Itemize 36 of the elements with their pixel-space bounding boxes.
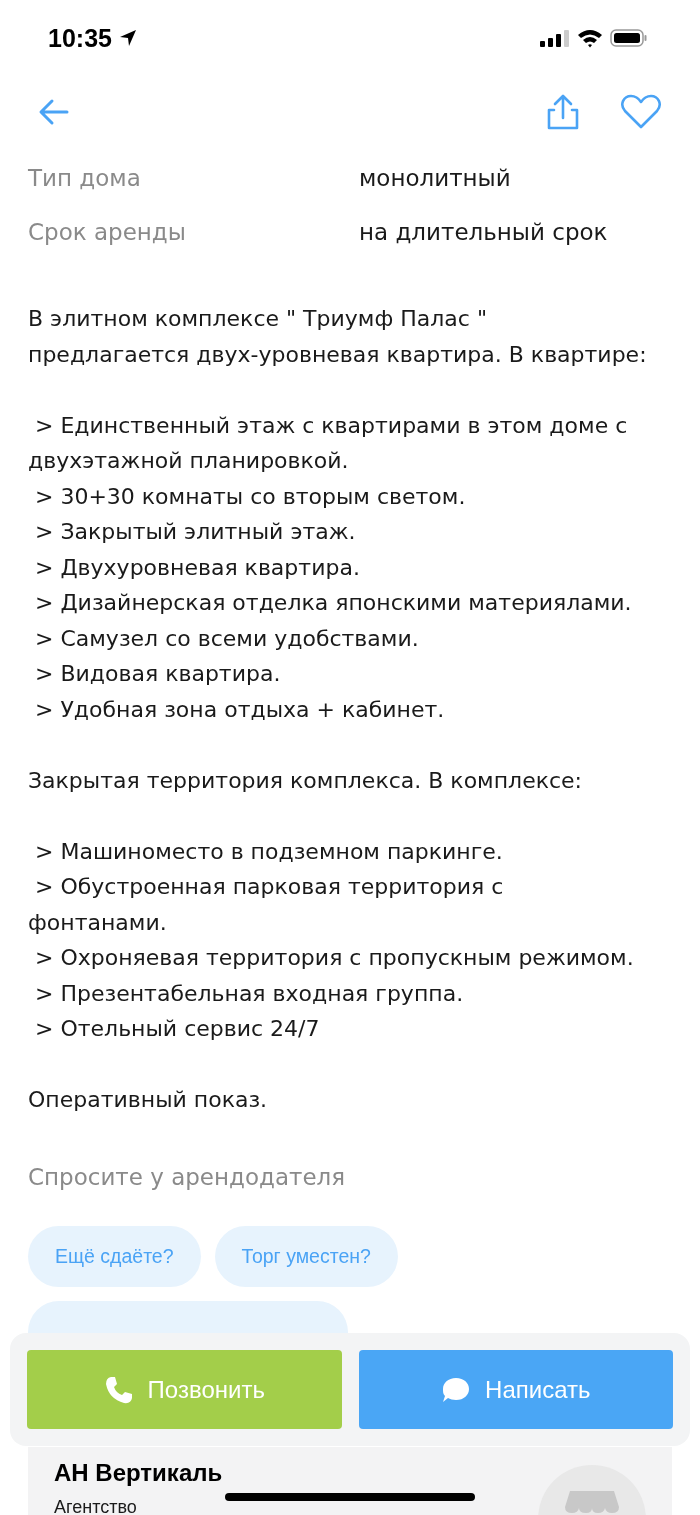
share-icon[interactable] [546,94,580,130]
description-text: В элитном комплексе " Триумф Палас " предлагается двух-уровневая квартира. В квартире: [28,305,648,369]
signal-icon [540,28,570,48]
agency-type: Агентство [54,1497,138,1515]
param-value: монолитный [359,164,511,193]
action-button[interactable]: Позвонить [27,1350,342,1429]
description-text: > Машиноместо в подземном паркинге. [34,837,504,866]
param-value: на длительный срок [359,218,608,247]
description-text: > 30+30 комнаты со вторым светом. [34,482,467,511]
description-text: > Единственный этаж с квартирами в этом доме с двухэтажной планировкой. [28,411,629,475]
param-label: Тип дома [28,164,142,193]
question-chip[interactable]: Ещё сдаёте? [28,1226,201,1287]
description-text: Закрытая территория комплекса. В комплексе: [28,766,583,795]
question-chip[interactable]: Торг уместен? [214,1226,398,1287]
description-text: Оперативный показ. [28,1086,269,1114]
heart-icon[interactable] [620,94,662,130]
battery-icon [610,28,648,48]
agency-name: АН Вертикаль [54,1459,223,1487]
description-text: > Видовая квартира. [34,660,282,688]
status-time: 10:35 [48,23,112,53]
description-text: > Отельный сервис 24/7 [34,1015,321,1043]
description-text: > Презентабельная входная группа. [34,979,465,1008]
description-text: > Дизайнерская отделка японскими материялами. [34,589,633,617]
description-text: > Закрытый элитный этаж. [34,518,357,546]
description-text: > Обустроенная парковая территория с фонтанами. [28,873,505,937]
description-text: > Двухуровневая квартира. [34,553,361,582]
action-button[interactable]: Написать [358,1350,673,1429]
description-text: > Охроняевая территория с пропускным режимом. [34,944,635,972]
agency-card[interactable]: АН Вертикаль Агентство [28,1447,672,1515]
description-text: > Самузел со всеми удобствами. [34,624,420,653]
param-label: Срок аренды [28,218,187,247]
phone-icon [103,1374,134,1405]
description-text: > Удобная зона отдыха + кабинет. [34,695,446,724]
ask-title: Спросите у арендодателя [27,1163,347,1192]
wifi-icon [577,28,603,48]
back-arrow-icon[interactable] [38,98,70,126]
